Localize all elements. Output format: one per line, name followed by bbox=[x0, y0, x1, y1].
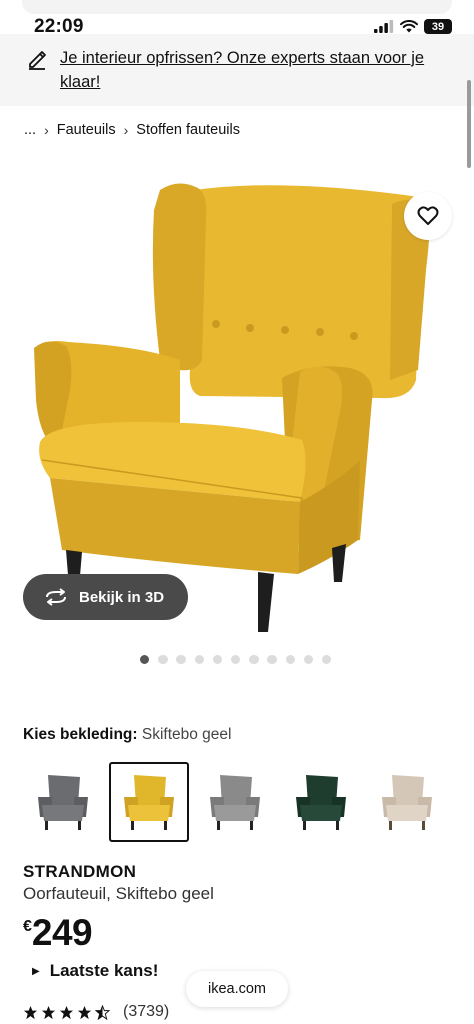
status-bar: 22:09 39 bbox=[0, 0, 474, 37]
swatch-houndstooth[interactable] bbox=[195, 762, 275, 842]
swatch-yellow[interactable] bbox=[109, 762, 189, 842]
carousel-dot[interactable] bbox=[285, 655, 295, 665]
breadcrumb-item-stoffen-fauteuils[interactable]: Stoffen fauteuils bbox=[136, 122, 240, 138]
battery-icon: 39 bbox=[424, 19, 452, 34]
product-price: € 249 bbox=[23, 912, 93, 954]
triangle-right-icon: ▶ bbox=[32, 965, 40, 977]
chair-thumbnail-beige bbox=[382, 775, 432, 830]
chair-thumbnail-grey bbox=[38, 775, 88, 830]
product-name: STRANDMON bbox=[23, 862, 137, 881]
upholstery-swatches bbox=[23, 762, 463, 842]
breadcrumb-ellipsis[interactable]: ... bbox=[24, 122, 36, 138]
review-count: (3739) bbox=[123, 1003, 170, 1020]
pencil-icon bbox=[29, 51, 46, 70]
upholstery-key: Kies bekleding: bbox=[23, 726, 138, 743]
wifi-icon bbox=[400, 20, 418, 33]
last-chance-label: Laatste kans! bbox=[49, 961, 159, 980]
carousel-dots bbox=[140, 655, 332, 665]
carousel-dot[interactable] bbox=[303, 655, 314, 665]
browser-url: ikea.com bbox=[207, 981, 267, 997]
carousel-dot[interactable] bbox=[140, 655, 150, 665]
star-icon bbox=[23, 1005, 38, 1019]
view-3d-button[interactable]: Bekijk in 3D bbox=[23, 574, 188, 620]
breadcrumb-item-fauteuils[interactable]: Fauteuils bbox=[57, 122, 116, 138]
star-icon bbox=[59, 1005, 74, 1019]
star-icon bbox=[77, 1005, 92, 1019]
carousel-dot[interactable] bbox=[267, 655, 277, 665]
upholstery-selected: Skiftebo geel bbox=[141, 726, 232, 743]
star-icon bbox=[41, 1005, 56, 1019]
view-3d-label: Bekijk in 3D bbox=[79, 588, 165, 606]
heart-icon bbox=[417, 206, 439, 225]
product-description: Oorfauteuil, Skiftebo geel bbox=[23, 884, 214, 903]
promo-banner[interactable]: Je interieur opfrissen? Onze experts sta… bbox=[0, 34, 474, 106]
rotate-3d-icon bbox=[46, 588, 66, 606]
carousel-dot[interactable] bbox=[321, 655, 332, 665]
promo-link[interactable]: Je interieur opfrissen? Onze experts sta… bbox=[60, 46, 446, 94]
half-star-icon bbox=[95, 1004, 110, 1020]
carousel-dot[interactable] bbox=[194, 655, 204, 665]
product-rating[interactable]: (3739) bbox=[23, 1003, 169, 1021]
swatch-grey[interactable] bbox=[23, 762, 103, 842]
last-chance-notice[interactable]: ▶ Laatste kans! bbox=[32, 961, 158, 981]
swatch-beige[interactable] bbox=[367, 762, 447, 842]
upholstery-label: Kies bekleding: Skiftebo geel bbox=[23, 726, 232, 744]
price-currency: € bbox=[23, 918, 32, 935]
chevron-right-icon: › bbox=[123, 122, 129, 138]
carousel-dot[interactable] bbox=[249, 655, 259, 665]
price-value: 249 bbox=[31, 912, 93, 953]
carousel-dot[interactable] bbox=[212, 655, 223, 665]
favorite-button[interactable] bbox=[404, 192, 452, 240]
chair-thumbnail-yellow bbox=[124, 775, 174, 830]
scrollbar[interactable] bbox=[467, 80, 471, 168]
carousel-dot[interactable] bbox=[176, 655, 186, 665]
chair-thumbnail-dark-green bbox=[296, 775, 346, 830]
signal-icon bbox=[374, 20, 394, 33]
chair-thumbnail-houndstooth bbox=[210, 775, 260, 830]
breadcrumb: ... › Fauteuils › Stoffen fauteuils bbox=[24, 122, 240, 138]
carousel-dot[interactable] bbox=[230, 655, 241, 665]
chevron-right-icon: › bbox=[44, 122, 49, 138]
status-icons: 39 bbox=[374, 19, 452, 34]
carousel-dot[interactable] bbox=[158, 655, 168, 665]
browser-url-pill[interactable]: ikea.com bbox=[186, 971, 288, 1007]
swatch-dark-green[interactable] bbox=[281, 762, 361, 842]
